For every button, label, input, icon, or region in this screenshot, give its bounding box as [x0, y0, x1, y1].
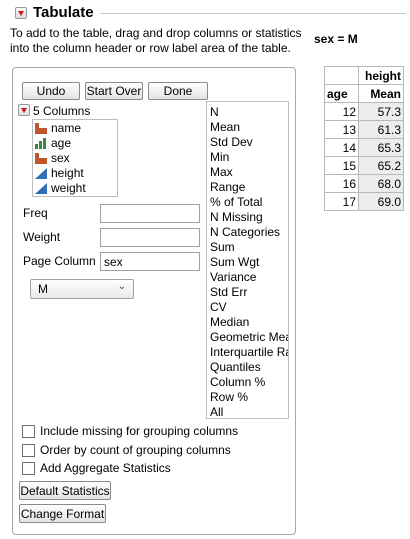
stat-item[interactable]: Mean: [210, 120, 240, 135]
table-row: 14 65.3: [324, 138, 404, 157]
table-cell: 68.0: [358, 174, 404, 193]
freq-label: Freq: [23, 206, 48, 220]
columns-count-label: 5 Columns: [33, 104, 91, 118]
row-label: 12: [324, 102, 359, 121]
default-statistics-button[interactable]: Default Statistics: [19, 481, 111, 500]
row-label: 17: [324, 192, 359, 211]
row-header-age[interactable]: age: [324, 84, 359, 103]
start-over-button[interactable]: Start Over: [85, 82, 143, 100]
chevron-down-icon: ⌄: [117, 281, 126, 292]
stat-item[interactable]: Interquartile Range: [210, 345, 288, 360]
change-format-button[interactable]: Change Format: [19, 504, 106, 523]
checkbox-box[interactable]: [22, 462, 35, 475]
stat-item[interactable]: Quantiles: [210, 360, 261, 375]
stat-item[interactable]: CV: [210, 300, 227, 315]
stat-item[interactable]: Max: [210, 165, 233, 180]
page-column-label: Page Column: [23, 254, 96, 268]
title-divider: [100, 13, 406, 14]
table-cell: 57.3: [358, 102, 404, 121]
table-row: 13 61.3: [324, 120, 404, 139]
stat-header-mean[interactable]: Mean: [358, 84, 404, 103]
stat-item[interactable]: Median: [210, 315, 249, 330]
stat-item[interactable]: Column %: [210, 375, 265, 390]
stat-item[interactable]: Min: [210, 150, 229, 165]
freq-field[interactable]: [100, 204, 200, 223]
stat-item[interactable]: All: [210, 405, 223, 418]
weight-field[interactable]: [100, 228, 200, 247]
column-header-height[interactable]: height: [358, 66, 404, 85]
row-label: 16: [324, 174, 359, 193]
table-cell: 65.2: [358, 156, 404, 175]
nominal-icon: [35, 153, 47, 164]
results-table: height age Mean 12 57.3 13 61.3 14 65.3 …: [324, 66, 404, 211]
continuous-icon: [35, 183, 47, 194]
stat-item[interactable]: Row %: [210, 390, 248, 405]
undo-button[interactable]: Undo: [22, 82, 80, 100]
statistics-list[interactable]: N Mean Std Dev Min Max Range % of Total …: [206, 101, 289, 419]
stat-item[interactable]: N Categories: [210, 225, 280, 240]
title-bar: Tabulate: [0, 3, 410, 23]
table-row: 16 68.0: [324, 174, 404, 193]
stat-item[interactable]: Geometric Mean: [210, 330, 288, 345]
columns-header: 5 Columns: [18, 104, 118, 118]
columns-menu-icon[interactable]: [18, 104, 30, 116]
stat-item[interactable]: Range: [210, 180, 245, 195]
table-row: 17 69.0: [324, 192, 404, 211]
checkbox-box[interactable]: [22, 425, 35, 438]
ordinal-icon: [35, 138, 46, 149]
instructions-text: To add to the table, drag and drop colum…: [10, 26, 302, 55]
done-button[interactable]: Done: [148, 82, 208, 100]
table-cell: 69.0: [358, 192, 404, 211]
stat-item[interactable]: % of Total: [210, 195, 262, 210]
stat-item[interactable]: Std Dev: [210, 135, 253, 150]
stat-item[interactable]: N Missing: [210, 210, 263, 225]
window-title: Tabulate: [33, 4, 94, 21]
checkbox-box[interactable]: [22, 444, 35, 457]
weight-label: Weight: [23, 230, 61, 244]
table-cell: 61.3: [358, 120, 404, 139]
stat-item[interactable]: N: [210, 105, 219, 120]
stat-item[interactable]: Variance: [210, 270, 256, 285]
page-group-label: sex = M: [314, 32, 358, 46]
row-label: 15: [324, 156, 359, 175]
page-select[interactable]: M ⌄: [30, 279, 134, 299]
nominal-icon: [35, 123, 47, 134]
stat-item[interactable]: Sum: [210, 240, 235, 255]
columns-list[interactable]: name age sex height weight: [32, 119, 118, 197]
page-select-value: M: [38, 282, 48, 296]
page-column-field[interactable]: [100, 252, 200, 271]
table-corner-cell: [324, 66, 359, 85]
continuous-icon: [35, 168, 47, 179]
row-label: 14: [324, 138, 359, 157]
table-cell: 65.3: [358, 138, 404, 157]
table-row: 12 57.3: [324, 102, 404, 121]
stat-item[interactable]: Sum Wgt: [210, 255, 259, 270]
stat-item[interactable]: Std Err: [210, 285, 247, 300]
table-row: 15 65.2: [324, 156, 404, 175]
red-triangle-menu-icon[interactable]: [15, 7, 27, 19]
row-label: 13: [324, 120, 359, 139]
